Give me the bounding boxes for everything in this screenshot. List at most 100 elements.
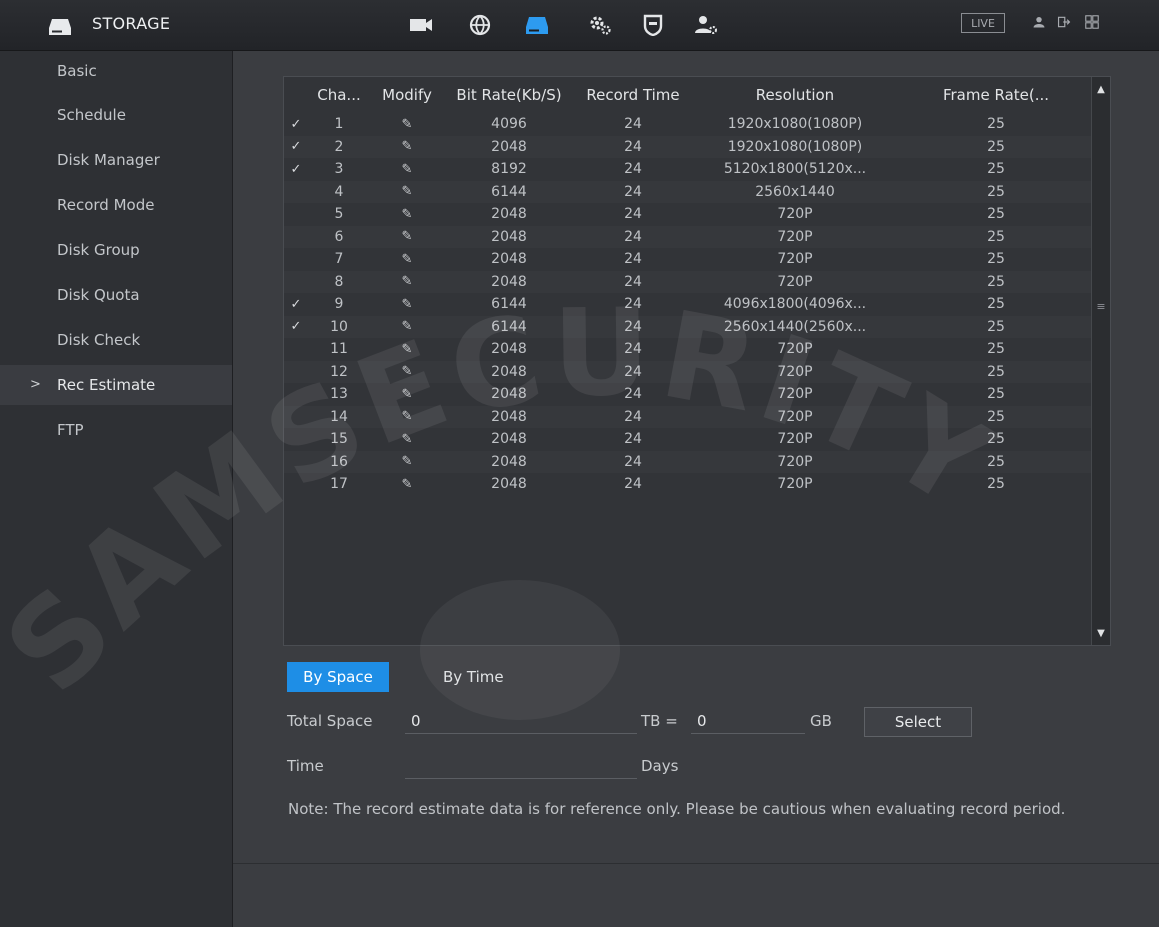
row-checkbox[interactable] <box>284 428 308 451</box>
table-row[interactable]: 7 ✎ 2048 24 720P 25 <box>284 248 1094 271</box>
settings-icon[interactable] <box>587 13 613 37</box>
row-checkbox[interactable] <box>284 203 308 226</box>
modify-icon[interactable]: ✎ <box>370 248 444 271</box>
frame-rate-cell: 25 <box>987 251 1005 268</box>
table-row[interactable]: ✓ 10 ✎ 6144 24 2560x1440(2560x... 25 <box>284 315 1094 338</box>
row-checkbox[interactable] <box>284 270 308 293</box>
channel-cell: 12 <box>308 360 370 383</box>
total-space-input[interactable] <box>405 708 637 734</box>
table-header-row: Cha... Modify Bit Rate(Kb/S) Record Time… <box>284 77 1094 113</box>
modify-icon[interactable]: ✎ <box>370 428 444 451</box>
frame-rate-cell: 25 <box>987 296 1005 313</box>
col-header-check[interactable] <box>284 77 308 113</box>
tab-by-space[interactable]: By Space <box>287 662 389 692</box>
scroll-down-icon[interactable]: ▼ <box>1092 625 1110 643</box>
network-icon[interactable] <box>467 13 493 37</box>
table-row[interactable]: 11 ✎ 2048 24 720P 25 <box>284 338 1094 361</box>
table-row[interactable]: 15 ✎ 2048 24 720P 25 <box>284 428 1094 451</box>
row-checkbox[interactable] <box>284 383 308 406</box>
modify-icon[interactable]: ✎ <box>370 203 444 226</box>
modify-icon[interactable]: ✎ <box>370 135 444 158</box>
modify-icon[interactable]: ✎ <box>370 383 444 406</box>
storage-tab-icon[interactable] <box>524 13 550 37</box>
table-row[interactable]: 6 ✎ 2048 24 720P 25 <box>284 225 1094 248</box>
record-time-cell: 24 <box>574 135 692 158</box>
table-row[interactable]: 4 ✎ 6144 24 2560x1440 25 <box>284 180 1094 203</box>
gb-input[interactable] <box>691 708 805 734</box>
sidebar-item-record-mode[interactable]: Record Mode <box>0 185 232 225</box>
frame-rate-cell: 25 <box>898 360 1094 383</box>
row-checkbox[interactable] <box>284 225 308 248</box>
table-row[interactable]: 13 ✎ 2048 24 720P 25 <box>284 383 1094 406</box>
security-icon[interactable] <box>640 13 666 37</box>
user-icon[interactable] <box>1030 15 1048 33</box>
table-row[interactable]: 16 ✎ 2048 24 720P 25 <box>284 450 1094 473</box>
camera-icon[interactable] <box>408 13 434 37</box>
modify-icon[interactable]: ✎ <box>370 158 444 181</box>
sidebar-item-rec-estimate[interactable]: > Rec Estimate <box>0 365 232 405</box>
row-checkbox[interactable] <box>284 405 308 428</box>
modify-icon[interactable]: ✎ <box>370 360 444 383</box>
sidebar-item-label: Disk Check <box>57 331 141 349</box>
modify-icon[interactable]: ✎ <box>370 450 444 473</box>
table-row[interactable]: ✓ 9 ✎ 6144 24 4096x1800(4096x... 25 <box>284 293 1094 316</box>
record-time-cell: 24 <box>574 360 692 383</box>
days-label: Days <box>641 757 679 775</box>
account-icon[interactable] <box>693 13 719 37</box>
modify-icon[interactable]: ✎ <box>370 473 444 496</box>
table-row[interactable]: 5 ✎ 2048 24 720P 25 <box>284 203 1094 226</box>
sidebar-item-schedule[interactable]: Schedule <box>0 95 232 135</box>
col-header-channel[interactable]: Cha... <box>308 77 370 113</box>
table-row[interactable]: ✓ 2 ✎ 2048 24 1920x1080(1080P) 25 <box>284 135 1094 158</box>
row-checkbox[interactable] <box>284 180 308 203</box>
sidebar: Basic Schedule Disk Manager Record Mode … <box>0 51 233 927</box>
table-row[interactable]: ✓ 1 ✎ 4096 24 1920x1080(1080P) 25 <box>284 113 1094 136</box>
modify-icon[interactable]: ✎ <box>370 338 444 361</box>
modify-icon[interactable]: ✎ <box>370 180 444 203</box>
bitrate-cell: 2048 <box>444 135 574 158</box>
frame-rate-cell: 25 <box>898 315 1094 338</box>
table-body: ✓ 1 ✎ 4096 24 1920x1080(1080P) 25 ✓ 2 ✎ 2048 24 1920… <box>284 113 1094 496</box>
time-input[interactable] <box>405 753 637 779</box>
channel-cell: 14 <box>308 405 370 428</box>
row-checkbox[interactable] <box>284 338 308 361</box>
row-checkbox[interactable]: ✓ <box>284 158 308 181</box>
sidebar-item-ftp[interactable]: FTP <box>0 410 232 450</box>
table-scrollbar[interactable]: ▲ ≡ ▼ <box>1091 77 1110 645</box>
scroll-up-icon[interactable]: ▲ <box>1092 81 1110 99</box>
grid-icon[interactable] <box>1083 15 1101 33</box>
modify-icon[interactable]: ✎ <box>370 113 444 136</box>
row-checkbox[interactable]: ✓ <box>284 293 308 316</box>
logout-icon[interactable] <box>1055 15 1073 33</box>
table-row[interactable]: 8 ✎ 2048 24 720P 25 <box>284 270 1094 293</box>
row-checkbox[interactable]: ✓ <box>284 113 308 136</box>
modify-icon[interactable]: ✎ <box>370 315 444 338</box>
sidebar-item-basic[interactable]: Basic <box>0 51 232 91</box>
row-checkbox[interactable] <box>284 248 308 271</box>
sidebar-item-disk-check[interactable]: Disk Check <box>0 320 232 360</box>
sidebar-item-label: Basic <box>57 62 97 80</box>
row-checkbox[interactable] <box>284 473 308 496</box>
modify-icon[interactable]: ✎ <box>370 405 444 428</box>
sidebar-item-disk-manager[interactable]: Disk Manager <box>0 140 232 180</box>
modify-icon[interactable]: ✎ <box>370 225 444 248</box>
tab-by-time[interactable]: By Time <box>423 662 525 692</box>
modify-icon[interactable]: ✎ <box>370 293 444 316</box>
table-row[interactable]: ✓ 3 ✎ 8192 24 5120x1800(5120x... 25 <box>284 158 1094 181</box>
select-button[interactable]: Select <box>864 707 972 737</box>
resolution-cell: 720P <box>777 386 813 403</box>
frame-rate-cell: 25 <box>898 270 1094 293</box>
col-header-record-time: Record Time <box>586 86 680 104</box>
row-checkbox[interactable] <box>284 450 308 473</box>
sidebar-item-disk-group[interactable]: Disk Group <box>0 230 232 270</box>
live-button[interactable]: LIVE <box>961 13 1005 33</box>
row-checkbox[interactable] <box>284 360 308 383</box>
row-checkbox[interactable]: ✓ <box>284 135 308 158</box>
table-row[interactable]: 12 ✎ 2048 24 720P 25 <box>284 360 1094 383</box>
table-row[interactable]: 14 ✎ 2048 24 720P 25 <box>284 405 1094 428</box>
table-row[interactable]: 17 ✎ 2048 24 720P 25 <box>284 473 1094 496</box>
row-checkbox[interactable]: ✓ <box>284 315 308 338</box>
scroll-thumb[interactable]: ≡ <box>1096 301 1106 312</box>
sidebar-item-disk-quota[interactable]: Disk Quota <box>0 275 232 315</box>
modify-icon[interactable]: ✎ <box>370 270 444 293</box>
